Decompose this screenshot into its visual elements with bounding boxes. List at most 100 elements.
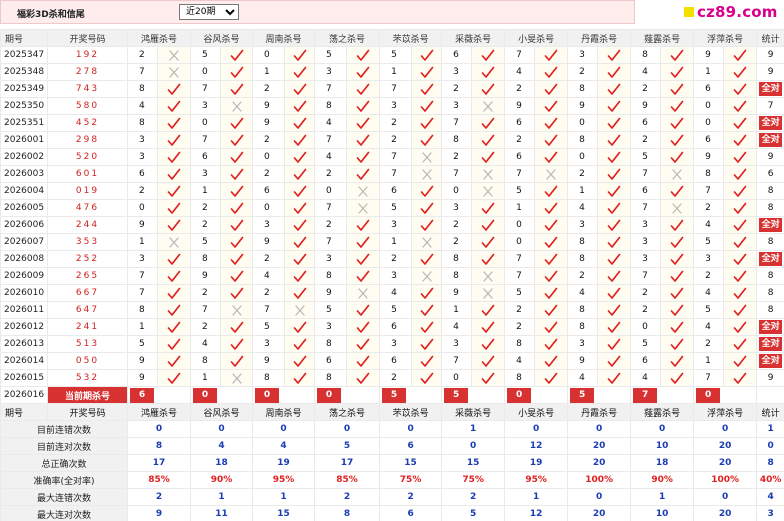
check-icon <box>356 100 370 112</box>
result-cell <box>660 199 695 217</box>
period-select[interactable]: 近20期 <box>179 4 239 20</box>
result-cell <box>471 131 506 149</box>
check-icon <box>420 117 433 129</box>
kill-number-cell: 3 <box>630 233 662 251</box>
kill-number-cell: 2 <box>379 131 413 149</box>
kill-number-cell: 5 <box>190 233 222 251</box>
result-cell <box>660 352 695 370</box>
check-icon <box>230 185 243 197</box>
stat-value: 17 <box>126 454 192 472</box>
check-icon <box>607 168 621 180</box>
result-cell <box>156 369 192 387</box>
draw-number-cell: 580 <box>47 97 128 115</box>
kill-number-cell: 8 <box>567 131 599 149</box>
kill-number-cell: 4 <box>693 284 725 302</box>
result-cell <box>723 267 758 285</box>
period-cell: 2026001 <box>0 131 48 149</box>
cross-icon <box>231 100 242 112</box>
footer-header-expert: 浮萍杀号 <box>693 403 758 421</box>
result-cell <box>156 233 192 251</box>
table-row: 2026003 601 6 3 2 2 7 7 7 2 7 8 6 <box>0 165 784 183</box>
kill-number-cell: 2 <box>441 80 473 98</box>
check-icon <box>230 236 243 248</box>
stat-value: 0 <box>441 437 506 455</box>
total-cell: 9 <box>756 46 784 64</box>
kill-number-cell: 7 <box>314 131 348 149</box>
kill-number-cell: 7 <box>441 165 473 183</box>
total-value: 8 <box>767 271 774 281</box>
cross-icon <box>169 66 179 78</box>
result-cell <box>284 369 316 387</box>
check-icon <box>293 338 306 350</box>
kill-number-cell: 2 <box>314 165 348 183</box>
kill-number-cell: 1 <box>127 318 158 336</box>
result-cell <box>723 216 758 234</box>
result-cell <box>723 233 758 251</box>
kill-number-cell: 6 <box>693 131 725 149</box>
check-icon <box>356 236 370 248</box>
table-row: 2026008 252 3 8 2 3 2 8 7 8 3 3 全对 <box>0 250 784 268</box>
result-cell <box>471 301 506 319</box>
period-cell: 2026012 <box>0 318 48 336</box>
kill-number-cell: 7 <box>190 301 222 319</box>
check-icon <box>481 304 495 316</box>
kill-number-cell: 7 <box>190 131 222 149</box>
result-cell <box>534 97 569 115</box>
result-cell <box>534 233 569 251</box>
check-icon <box>420 321 433 333</box>
check-icon <box>356 253 370 265</box>
check-icon <box>607 202 621 214</box>
check-icon <box>230 66 243 78</box>
kill-number-cell: 2 <box>504 318 536 336</box>
result-cell <box>660 148 695 166</box>
stat-total: 4 <box>756 488 784 506</box>
kill-number-cell: 3 <box>127 250 158 268</box>
kill-number-cell: 3 <box>441 335 473 353</box>
kill-number-cell: 9 <box>127 352 158 370</box>
kill-number-cell: 7 <box>504 267 536 285</box>
kill-number-cell: 8 <box>127 80 158 98</box>
check-icon <box>670 185 684 197</box>
kill-number-cell: 2 <box>252 284 286 302</box>
result-cell <box>660 131 695 149</box>
total-value: 6 <box>767 169 774 179</box>
result-cell <box>346 284 381 302</box>
check-icon <box>230 83 243 95</box>
check-icon <box>230 49 243 61</box>
kill-number-cell: 1 <box>190 369 222 387</box>
result-cell <box>660 80 695 98</box>
result-cell <box>411 318 443 336</box>
kill-number-cell: 0 <box>252 148 286 166</box>
site-logo[interactable]: cz89.com <box>680 2 784 22</box>
stat-value: 0 <box>693 420 758 438</box>
stat-value: 4 <box>190 437 254 455</box>
period-cell: 2026002 <box>0 148 48 166</box>
check-icon <box>356 134 370 146</box>
stat-value: 2 <box>126 488 192 506</box>
check-icon <box>356 355 370 367</box>
check-icon <box>167 304 181 316</box>
check-icon <box>420 100 433 112</box>
draw-number-cell: 050 <box>47 352 128 370</box>
result-cell <box>723 165 758 183</box>
result-cell <box>411 250 443 268</box>
total-value: 9 <box>767 152 774 162</box>
stat-value: 75% <box>379 471 443 489</box>
result-cell <box>411 369 443 387</box>
kill-number-cell: 2 <box>441 148 473 166</box>
footer-header-expert: 丹霞杀号 <box>567 403 632 421</box>
kill-number-cell: 4 <box>630 369 662 387</box>
result-cell <box>411 267 443 285</box>
result-cell <box>220 352 254 370</box>
check-icon <box>167 202 181 214</box>
stat-value: 15 <box>441 454 506 472</box>
result-cell <box>471 148 506 166</box>
stat-value: 18 <box>190 454 254 472</box>
result-cell <box>284 114 316 132</box>
total-cell: 8 <box>756 233 784 251</box>
table-row: 2026014 050 9 8 9 6 6 7 4 9 6 1 全对 <box>0 352 784 370</box>
result-cell <box>411 148 443 166</box>
result-cell <box>346 250 381 268</box>
result-cell <box>597 97 632 115</box>
kill-number-cell: 9 <box>567 97 599 115</box>
